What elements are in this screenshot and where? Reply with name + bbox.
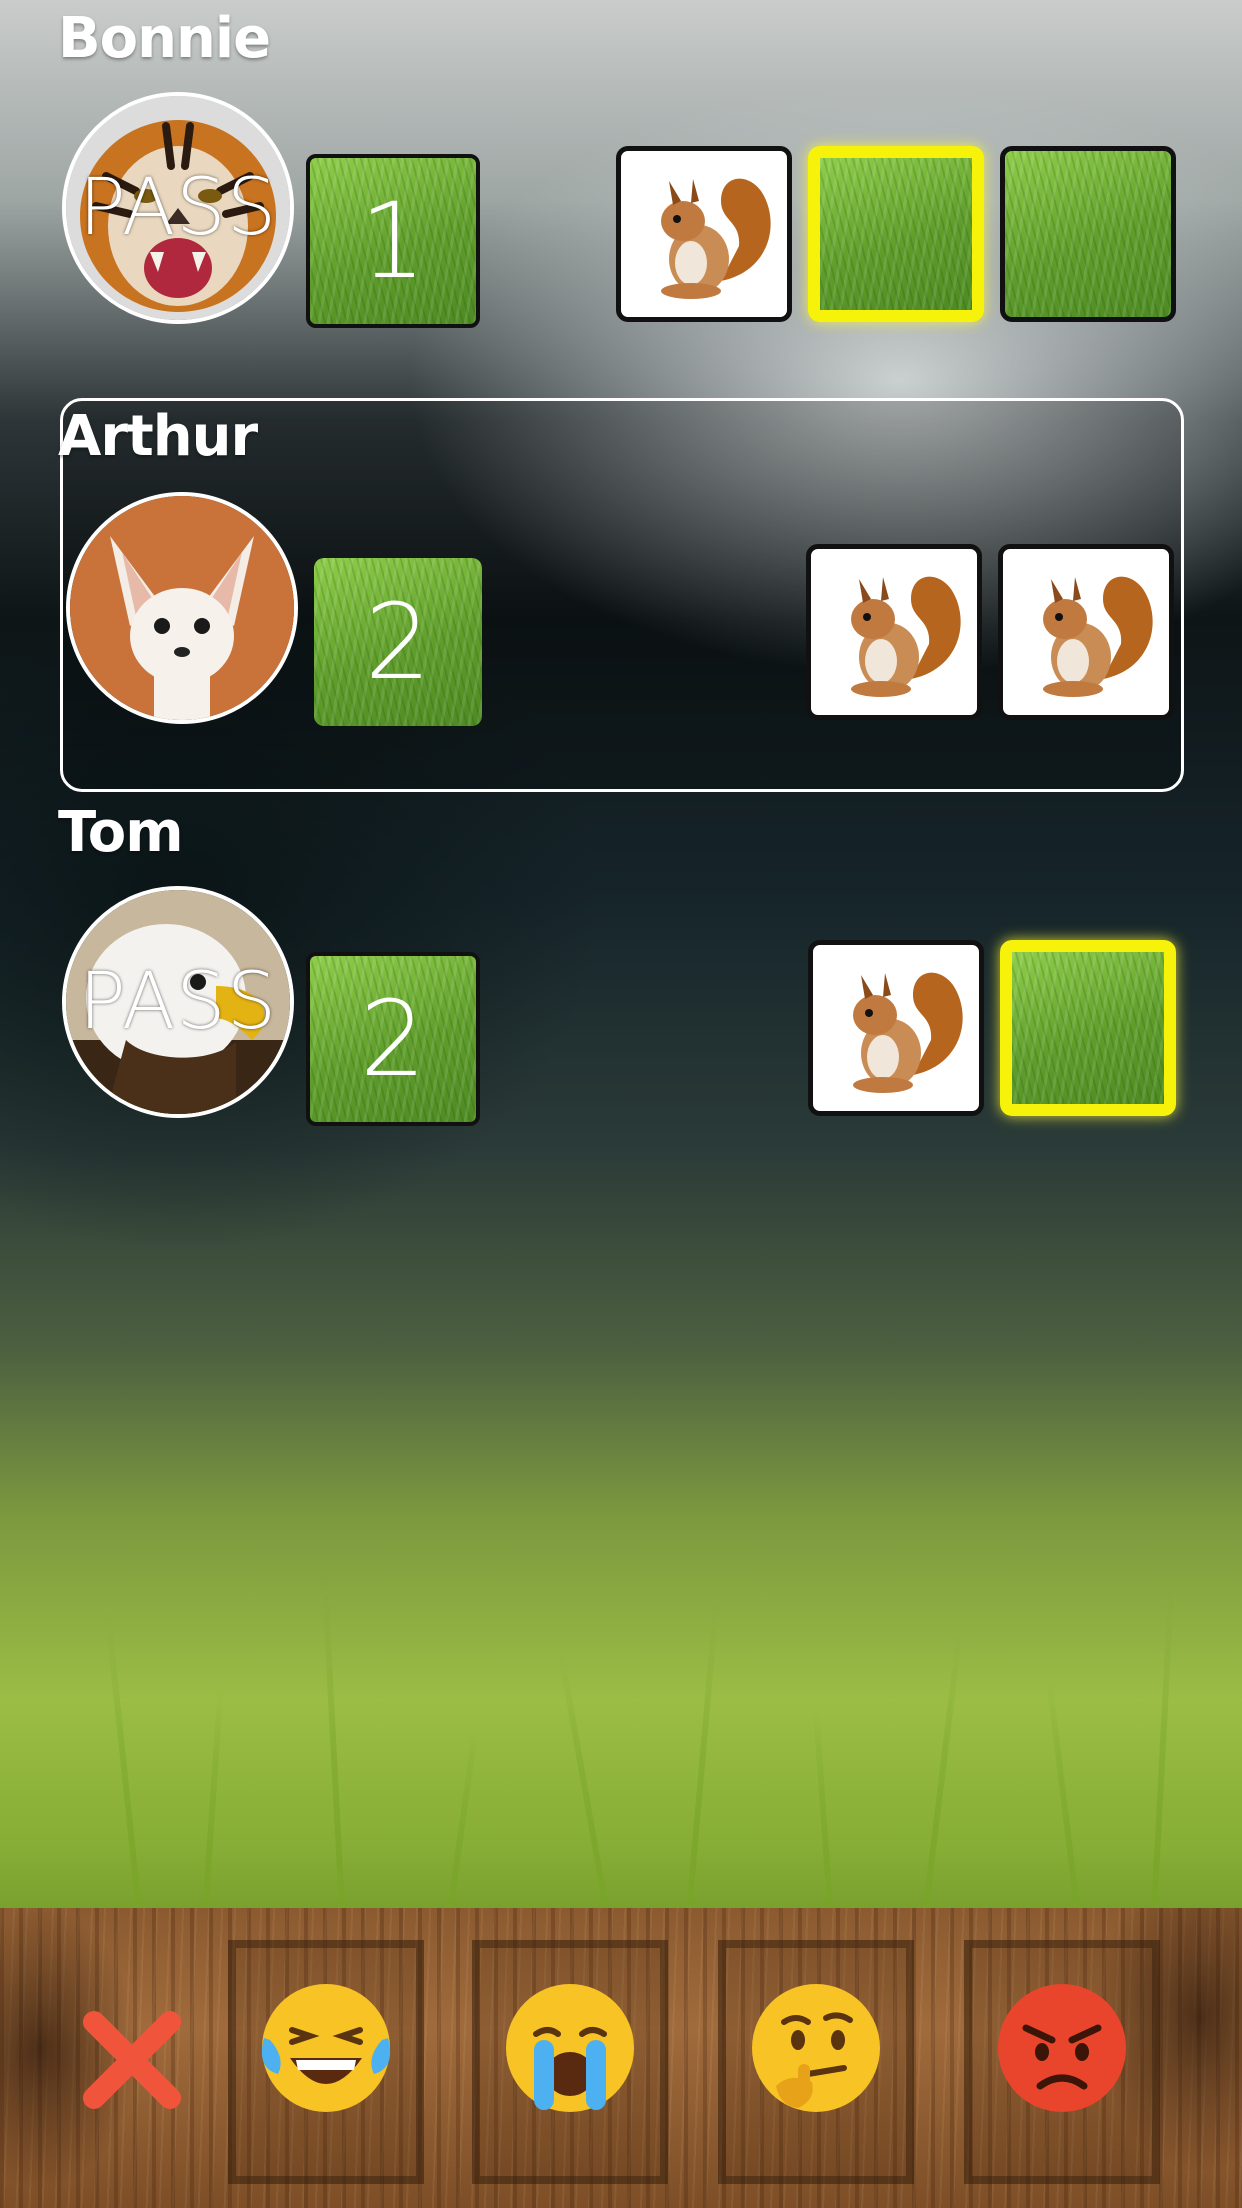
hand-card-grass-selected[interactable] xyxy=(1000,940,1176,1116)
hand-card-squirrel[interactable] xyxy=(806,544,982,720)
thinking-emoji-icon[interactable] xyxy=(746,1978,886,2118)
close-icon[interactable] xyxy=(80,2008,184,2112)
player-avatar[interactable] xyxy=(66,492,298,724)
player-name: Tom xyxy=(58,800,184,865)
player-name: Bonnie xyxy=(58,6,271,71)
hand-card-grass-selected[interactable] xyxy=(808,146,984,322)
squirrel-icon xyxy=(661,178,771,299)
player-avatar[interactable]: PASS xyxy=(62,92,294,324)
angry-emoji-icon[interactable] xyxy=(992,1978,1132,2118)
squirrel-icon xyxy=(853,972,963,1093)
reaction-bar xyxy=(0,1908,1242,2208)
laughing-tears-emoji-icon[interactable] xyxy=(256,1978,396,2118)
player-name: Arthur xyxy=(58,404,258,469)
hand-card-squirrel[interactable] xyxy=(808,940,984,1116)
avatar-status-text xyxy=(70,496,294,720)
player-score: 2 xyxy=(306,952,480,1126)
crying-emoji-icon[interactable] xyxy=(500,1978,640,2118)
hand-card-squirrel[interactable] xyxy=(616,146,792,322)
player-score: 2 xyxy=(314,558,482,726)
hand-card-squirrel[interactable] xyxy=(998,544,1174,720)
squirrel-icon xyxy=(1043,576,1153,697)
avatar-status-text: PASS xyxy=(78,163,278,253)
avatar-status-text: PASS xyxy=(78,957,278,1047)
player-score: 1 xyxy=(306,154,480,328)
squirrel-icon xyxy=(851,576,961,697)
player-avatar[interactable]: PASS xyxy=(62,886,294,1118)
hand-card-grass[interactable] xyxy=(1000,146,1176,322)
